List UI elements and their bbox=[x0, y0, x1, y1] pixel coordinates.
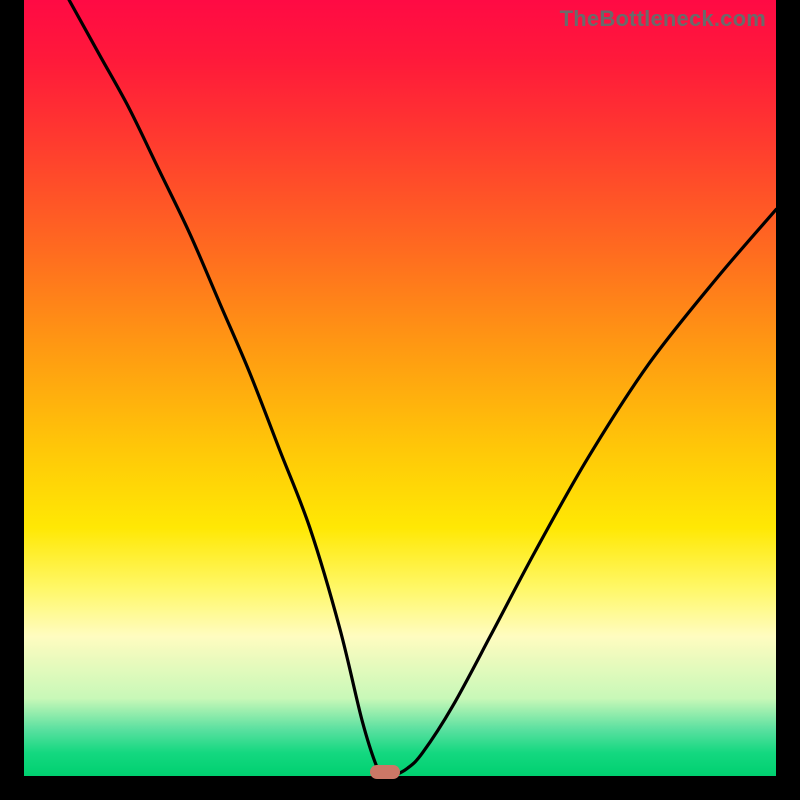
optimum-marker bbox=[370, 765, 400, 779]
chart-frame: TheBottleneck.com bbox=[0, 0, 800, 800]
bottleneck-curve bbox=[24, 0, 776, 776]
plot-area: TheBottleneck.com bbox=[24, 0, 776, 776]
bottleneck-curve-path bbox=[69, 0, 776, 776]
